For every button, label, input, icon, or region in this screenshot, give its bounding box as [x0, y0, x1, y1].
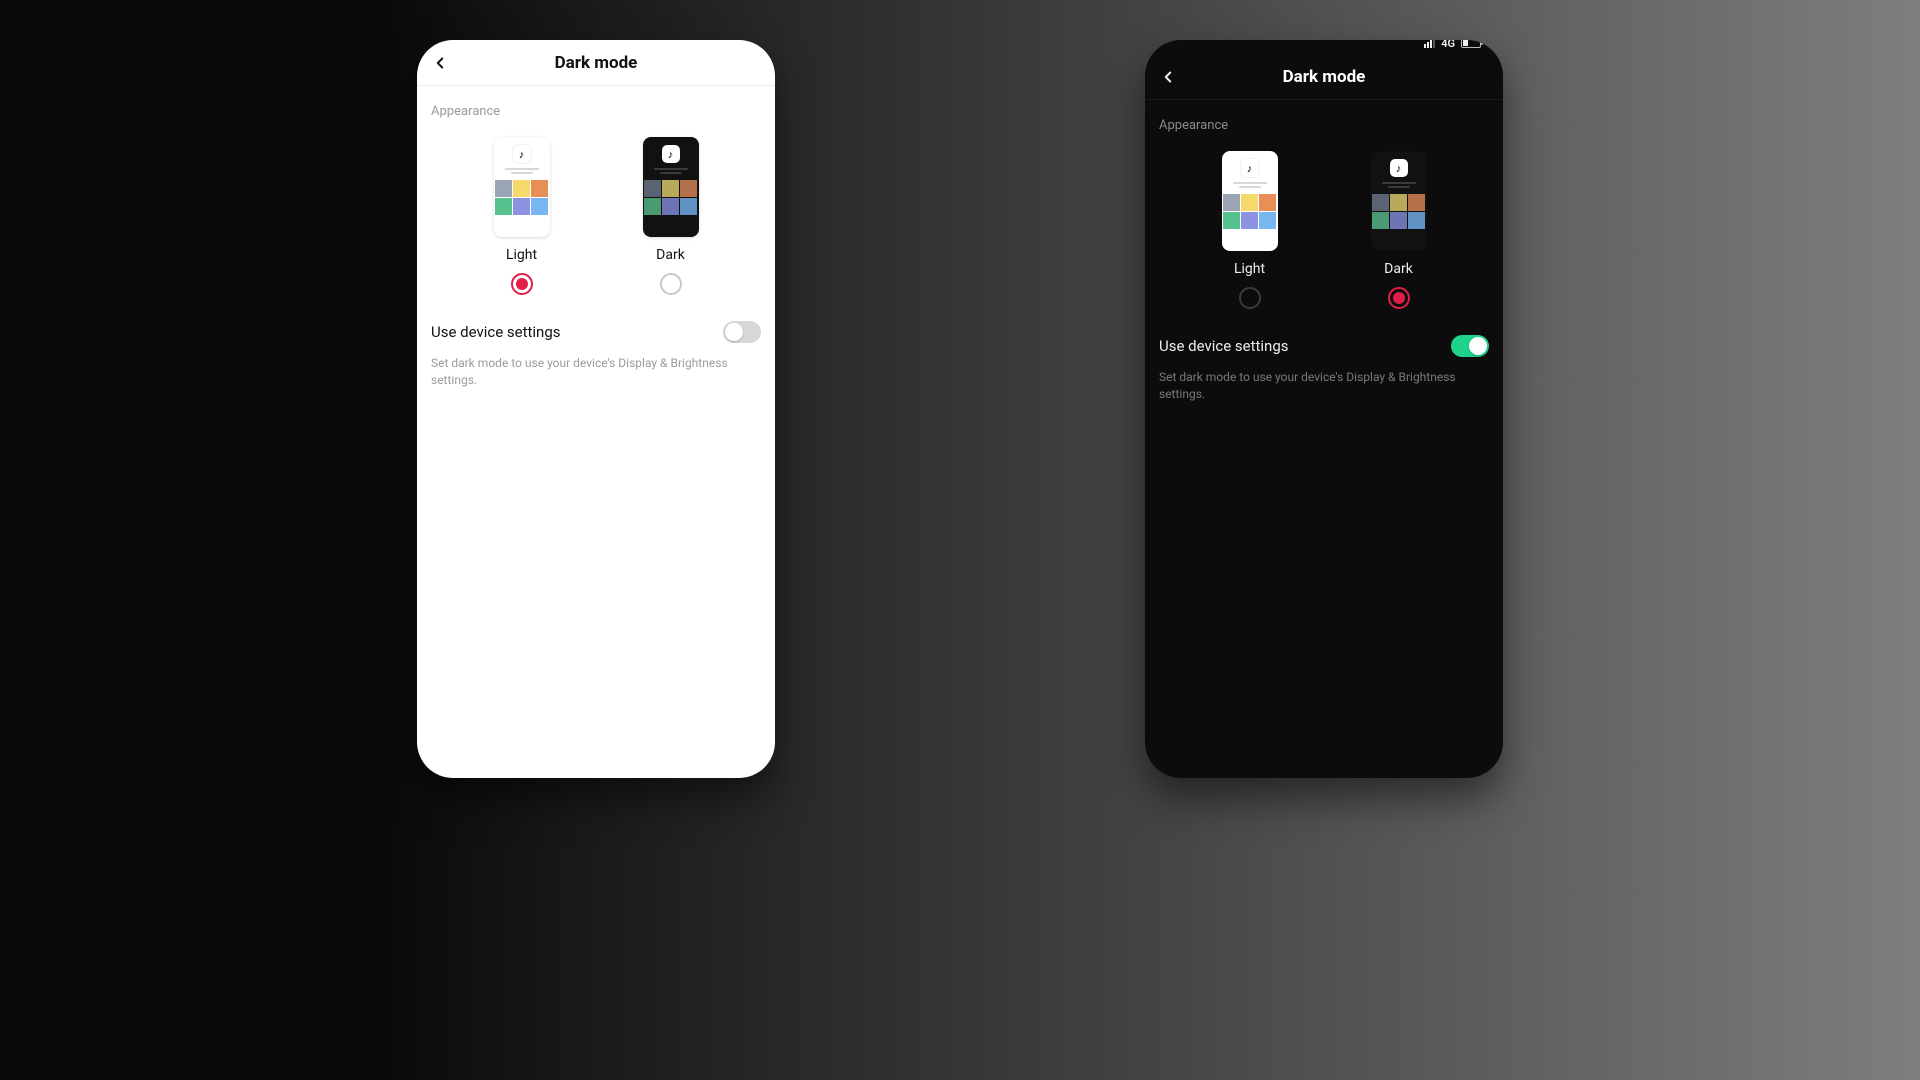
preview-lines — [654, 168, 688, 174]
use-device-hint: Set dark mode to use your device's Displ… — [417, 349, 775, 395]
back-button[interactable] — [423, 46, 457, 80]
preview-light: ♪ — [1222, 151, 1278, 251]
chevron-left-icon — [431, 54, 449, 72]
preview-grid — [1372, 194, 1425, 229]
radio-light[interactable] — [1239, 287, 1261, 309]
tiktok-icon: ♪ — [662, 145, 680, 163]
chevron-left-icon — [1159, 68, 1177, 86]
option-label: Light — [1234, 261, 1265, 277]
preview-grid — [644, 180, 697, 215]
radio-dark[interactable] — [660, 273, 682, 295]
option-light[interactable]: ♪ Light — [494, 137, 550, 295]
header: Dark mode — [417, 40, 775, 86]
phone-dark: 4G Dark mode Appearance ♪ Light ♪ Dark — [1145, 40, 1503, 778]
preview-grid — [495, 180, 548, 215]
tiktok-icon: ♪ — [1390, 159, 1408, 177]
use-device-hint: Set dark mode to use your device's Displ… — [1145, 363, 1503, 409]
radio-dark[interactable] — [1388, 287, 1410, 309]
page-title: Dark mode — [1283, 67, 1366, 87]
tiktok-icon: ♪ — [1241, 159, 1259, 177]
use-device-label: Use device settings — [1159, 337, 1289, 355]
appearance-options: ♪ Light ♪ Dark — [1145, 141, 1503, 309]
option-dark[interactable]: ♪ Dark — [643, 137, 699, 295]
option-light[interactable]: ♪ Light — [1222, 151, 1278, 309]
section-label: Appearance — [417, 86, 775, 127]
preview-dark: ♪ — [643, 137, 699, 237]
preview-lines — [1233, 182, 1267, 188]
appearance-options: ♪ Light ♪ Dark — [417, 127, 775, 295]
radio-light[interactable] — [511, 273, 533, 295]
header: Dark mode — [1145, 40, 1503, 100]
use-device-row: Use device settings — [417, 295, 775, 349]
preview-light: ♪ — [494, 137, 550, 237]
use-device-toggle[interactable] — [1451, 335, 1489, 357]
option-dark[interactable]: ♪ Dark — [1371, 151, 1427, 309]
use-device-toggle[interactable] — [723, 321, 761, 343]
option-label: Dark — [656, 247, 685, 263]
tiktok-icon: ♪ — [513, 145, 531, 163]
page-title: Dark mode — [555, 53, 638, 73]
use-device-label: Use device settings — [431, 323, 561, 341]
use-device-row: Use device settings — [1145, 309, 1503, 363]
section-label: Appearance — [1145, 100, 1503, 141]
option-label: Dark — [1384, 261, 1413, 277]
preview-lines — [505, 168, 539, 174]
preview-grid — [1223, 194, 1276, 229]
preview-lines — [1382, 182, 1416, 188]
option-label: Light — [506, 247, 537, 263]
preview-dark: ♪ — [1371, 151, 1427, 251]
phone-light: Dark mode Appearance ♪ Light ♪ Dark Use … — [417, 40, 775, 778]
back-button[interactable] — [1151, 60, 1185, 94]
